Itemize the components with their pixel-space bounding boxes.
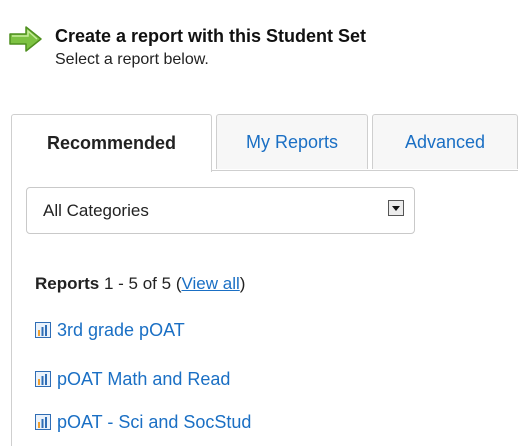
category-select-value: All Categories xyxy=(43,201,149,220)
reports-label: Reports xyxy=(35,274,100,293)
report-link[interactable]: pOAT - Sci and SocStud xyxy=(57,412,251,433)
report-tabs: Recommended My Reports Advanced xyxy=(11,114,518,172)
report-link[interactable]: 3rd grade pOAT xyxy=(57,320,185,341)
arrow-right-icon xyxy=(9,26,42,52)
report-item[interactable]: pOAT Math and Read xyxy=(35,367,230,391)
bar-chart-icon xyxy=(35,371,51,387)
reports-range: 1 - 5 of 5 xyxy=(103,274,172,293)
close-paren: ) xyxy=(239,274,246,293)
report-panel: Create a report with this Student Set Se… xyxy=(0,0,518,446)
tab-recommended[interactable]: Recommended xyxy=(11,114,212,172)
tab-advanced[interactable]: Advanced xyxy=(372,114,518,169)
page-title: Create a report with this Student Set xyxy=(55,26,367,46)
tab-my-reports[interactable]: My Reports xyxy=(216,114,368,169)
view-all-link[interactable]: View all xyxy=(181,274,239,293)
page-subtitle: Select a report below. xyxy=(55,51,209,68)
reports-count: Reports 1 - 5 of 5 (View all) xyxy=(35,274,245,294)
bar-chart-icon xyxy=(35,414,51,430)
report-item[interactable]: 3rd grade pOAT xyxy=(35,318,185,342)
report-item[interactable]: pOAT - Sci and SocStud xyxy=(35,410,251,434)
report-link[interactable]: pOAT Math and Read xyxy=(57,369,230,390)
category-select[interactable]: All Categories xyxy=(26,187,415,234)
bar-chart-icon xyxy=(35,322,51,338)
chevron-down-icon[interactable] xyxy=(388,200,404,216)
